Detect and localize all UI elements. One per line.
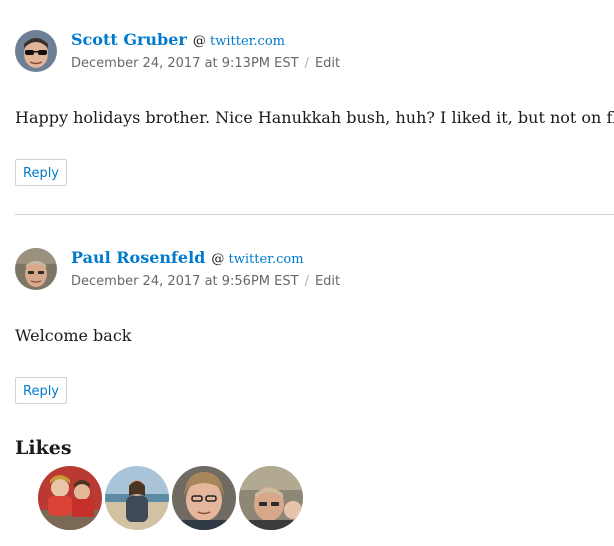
liker-avatar[interactable] [172, 466, 236, 530]
comment: Paul Rosenfeld @ twitter.com December 24,… [15, 248, 614, 408]
via-prefix: @ [211, 252, 225, 267]
liker-avatar[interactable] [239, 466, 303, 530]
liker-avatar[interactable] [38, 466, 102, 530]
author-line: Paul Rosenfeld @ twitter.com [71, 248, 304, 267]
comment-timestamp[interactable]: December 24, 2017 at 9:13PM EST [71, 56, 299, 71]
via-label: @ twitter.com [211, 252, 303, 267]
liker-avatar[interactable] [105, 466, 169, 530]
commenter-avatar[interactable] [15, 30, 57, 72]
author-link[interactable]: Paul Rosenfeld [71, 248, 205, 267]
edit-link[interactable]: Edit [315, 56, 340, 71]
comment-meta: December 24, 2017 at 9:56PM EST / Edit [71, 274, 340, 289]
via-prefix: @ [192, 34, 206, 49]
comment-divider [15, 214, 614, 215]
comment: Scott Gruber @ twitter.com December 24, 2… [15, 30, 614, 190]
twitter-link[interactable]: twitter.com [229, 252, 304, 267]
edit-link[interactable]: Edit [315, 274, 340, 289]
comment-text: Welcome back [15, 326, 132, 345]
commenter-avatar[interactable] [15, 248, 57, 290]
meta-separator: / [304, 274, 309, 289]
reply-button[interactable]: Reply [15, 377, 68, 404]
meta-separator: / [304, 56, 309, 71]
comment-meta: December 24, 2017 at 9:13PM EST / Edit [71, 56, 340, 71]
reply-button[interactable]: Reply [15, 159, 68, 186]
comment-text: Happy holidays brother. Nice Hanukkah bu… [15, 108, 614, 127]
twitter-link[interactable]: twitter.com [210, 34, 285, 49]
via-label: @ twitter.com [193, 34, 285, 49]
author-line: Scott Gruber @ twitter.com [71, 30, 285, 49]
comment-timestamp[interactable]: December 24, 2017 at 9:56PM EST [71, 274, 299, 289]
likes-heading: Likes [15, 437, 72, 459]
author-link[interactable]: Scott Gruber [71, 30, 187, 49]
